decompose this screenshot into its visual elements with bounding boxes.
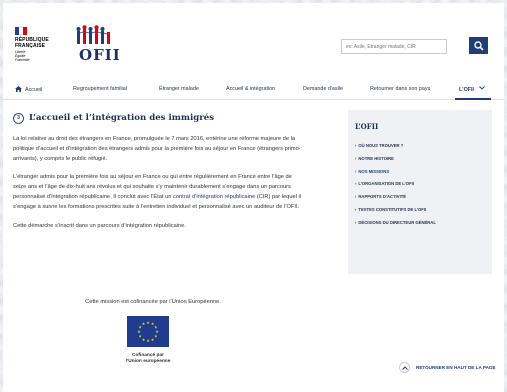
chevron-right-icon: › bbox=[355, 194, 357, 200]
chevron-right-icon: › bbox=[355, 143, 357, 148]
chevron-right-icon: › bbox=[355, 219, 357, 225]
svg-text:★: ★ bbox=[138, 334, 142, 339]
eu-caption: Cofinancé par l’Union européenne bbox=[117, 353, 179, 365]
sidebar-title: L’OFII bbox=[355, 122, 379, 131]
sidebar-item-label: L’ORGANISATION DE L’OFII bbox=[358, 181, 414, 187]
chevron-right-icon: › bbox=[355, 181, 357, 187]
back-to-top-link[interactable]: RETOURNER EN HAUT DE LA PAGE bbox=[399, 362, 496, 373]
paragraph-cir: L’étranger admis pour la première fois a… bbox=[13, 173, 303, 212]
site-header: RÉPUBLIQUE FRANÇAISE Liberté Égalité Fra… bbox=[3, 3, 504, 76]
chevron-right-icon: › bbox=[355, 206, 357, 212]
section-heading: 3 L’accueil et l’intégration des immigré… bbox=[13, 110, 303, 126]
svg-text:★: ★ bbox=[146, 338, 150, 343]
section-number: 3 bbox=[13, 112, 24, 124]
nav-label-lofii: L'OFII bbox=[459, 87, 475, 93]
sidebar: L’OFII › OÙ NOUS TROUVER ? › NOTRE HISTOIR… bbox=[348, 110, 492, 274]
nav-item-accueil-integration[interactable]: Accueil & intégration bbox=[226, 86, 275, 92]
sidebar-item-ou-nous-trouver[interactable]: › OÙ NOUS TROUVER ? bbox=[355, 143, 485, 156]
sidebar-item-rapports-activite[interactable]: › RAPPORTS D’ACTIVITÉ bbox=[355, 194, 485, 207]
sidebar-item-textes-constitutifs[interactable]: › TEXTES CONSTITUTIFS DE L’OFII bbox=[355, 207, 485, 220]
cir-link[interactable]: contrat d’intégration républicaine bbox=[173, 194, 255, 200]
nav-item-lofii[interactable]: L'OFII bbox=[459, 86, 485, 93]
sidebar-item-nos-missions[interactable]: › NOS MISSIONS bbox=[355, 169, 485, 182]
chevron-down-icon bbox=[478, 86, 485, 90]
chevron-right-icon: › bbox=[355, 168, 357, 174]
page: RÉPUBLIQUE FRANÇAISE Liberté Égalité Fra… bbox=[3, 3, 504, 392]
page-title: L’accueil et l’intégration des immigrés bbox=[29, 113, 215, 123]
sidebar-item-decisions-directeur[interactable]: › DÉCISIONS DU DIRECTEUR GÉNÉRAL bbox=[355, 220, 485, 233]
paragraph-parcours: Cette démarche s’inscrit dans un parcour… bbox=[13, 222, 186, 229]
nav-item-accueil[interactable]: Accueil bbox=[15, 86, 42, 93]
sidebar-item-label: OÙ NOUS TROUVER ? bbox=[358, 143, 404, 148]
republique-line-2: FRANÇAISE bbox=[15, 43, 46, 49]
nav-label: Accueil bbox=[25, 87, 43, 93]
home-icon bbox=[15, 86, 22, 92]
nav-item-retourner-pays[interactable]: Retourner dans son pays bbox=[370, 86, 430, 92]
ofii-figures-icon bbox=[76, 25, 110, 44]
motto-fraternite: Fraternité bbox=[15, 58, 30, 62]
search-input[interactable] bbox=[341, 39, 447, 54]
svg-text:★: ★ bbox=[151, 337, 155, 342]
sidebar-item-label: TEXTES CONSTITUTIFS DE L’OFII bbox=[358, 206, 427, 212]
svg-text:★: ★ bbox=[142, 337, 146, 342]
nav-item-demande-asile[interactable]: Demande d'asile bbox=[303, 86, 343, 92]
svg-text:★: ★ bbox=[142, 321, 146, 326]
sidebar-item-organisation[interactable]: › L’ORGANISATION DE L’OFII bbox=[355, 181, 485, 194]
cofinance-statement: Cette mission est cofinancée par l’Union… bbox=[85, 299, 221, 305]
chevron-right-icon: › bbox=[355, 155, 357, 161]
svg-text:★: ★ bbox=[137, 329, 141, 334]
eu-stars: ★ ★★ ★★★ ★★★ ★★★ bbox=[137, 320, 159, 343]
nav-item-regroupement-familial[interactable]: Regroupement familial bbox=[73, 86, 127, 92]
back-to-top-label: RETOURNER EN HAUT DE LA PAGE bbox=[416, 365, 496, 370]
search-icon bbox=[473, 40, 484, 51]
republique-francaise-logo[interactable]: RÉPUBLIQUE FRANÇAISE Liberté Égalité Fra… bbox=[15, 27, 57, 62]
svg-text:★: ★ bbox=[146, 320, 150, 325]
eu-flag-icon: ★ ★ ★ ★ ★ ★ ★ ★ ★ ★ ★ ★ bbox=[127, 316, 169, 347]
french-flag-icon bbox=[15, 27, 27, 35]
active-tab-indicator bbox=[455, 98, 491, 100]
search-button[interactable] bbox=[469, 37, 488, 54]
paragraph-intro: La loi relative au droit des étrangers e… bbox=[13, 136, 301, 162]
sidebar-item-label: RAPPORTS D’ACTIVITÉ bbox=[358, 194, 407, 200]
ofii-wordmark: OFII bbox=[79, 46, 121, 64]
sidebar-item-notre-histoire[interactable]: › NOTRE HISTOIRE bbox=[355, 156, 485, 169]
svg-text:★: ★ bbox=[154, 334, 158, 339]
eu-caption-line-2: l’Union européenne bbox=[125, 359, 171, 364]
back-to-top-circle bbox=[399, 362, 410, 373]
sidebar-item-label: NOTRE HISTOIRE bbox=[358, 155, 394, 161]
main-content: 3 L’accueil et l’intégration des immigré… bbox=[13, 110, 303, 231]
sidebar-item-label: DÉCISIONS DU DIRECTEUR GÉNÉRAL bbox=[358, 219, 436, 225]
nav-item-etranger-malade[interactable]: Étranger malade bbox=[159, 86, 199, 92]
sidebar-item-label: NOS MISSIONS bbox=[358, 168, 390, 174]
main-nav: Accueil Regroupement familial Étranger m… bbox=[3, 82, 504, 100]
ofii-logo[interactable]: OFII bbox=[71, 25, 121, 65]
chevron-up-icon bbox=[401, 365, 408, 370]
